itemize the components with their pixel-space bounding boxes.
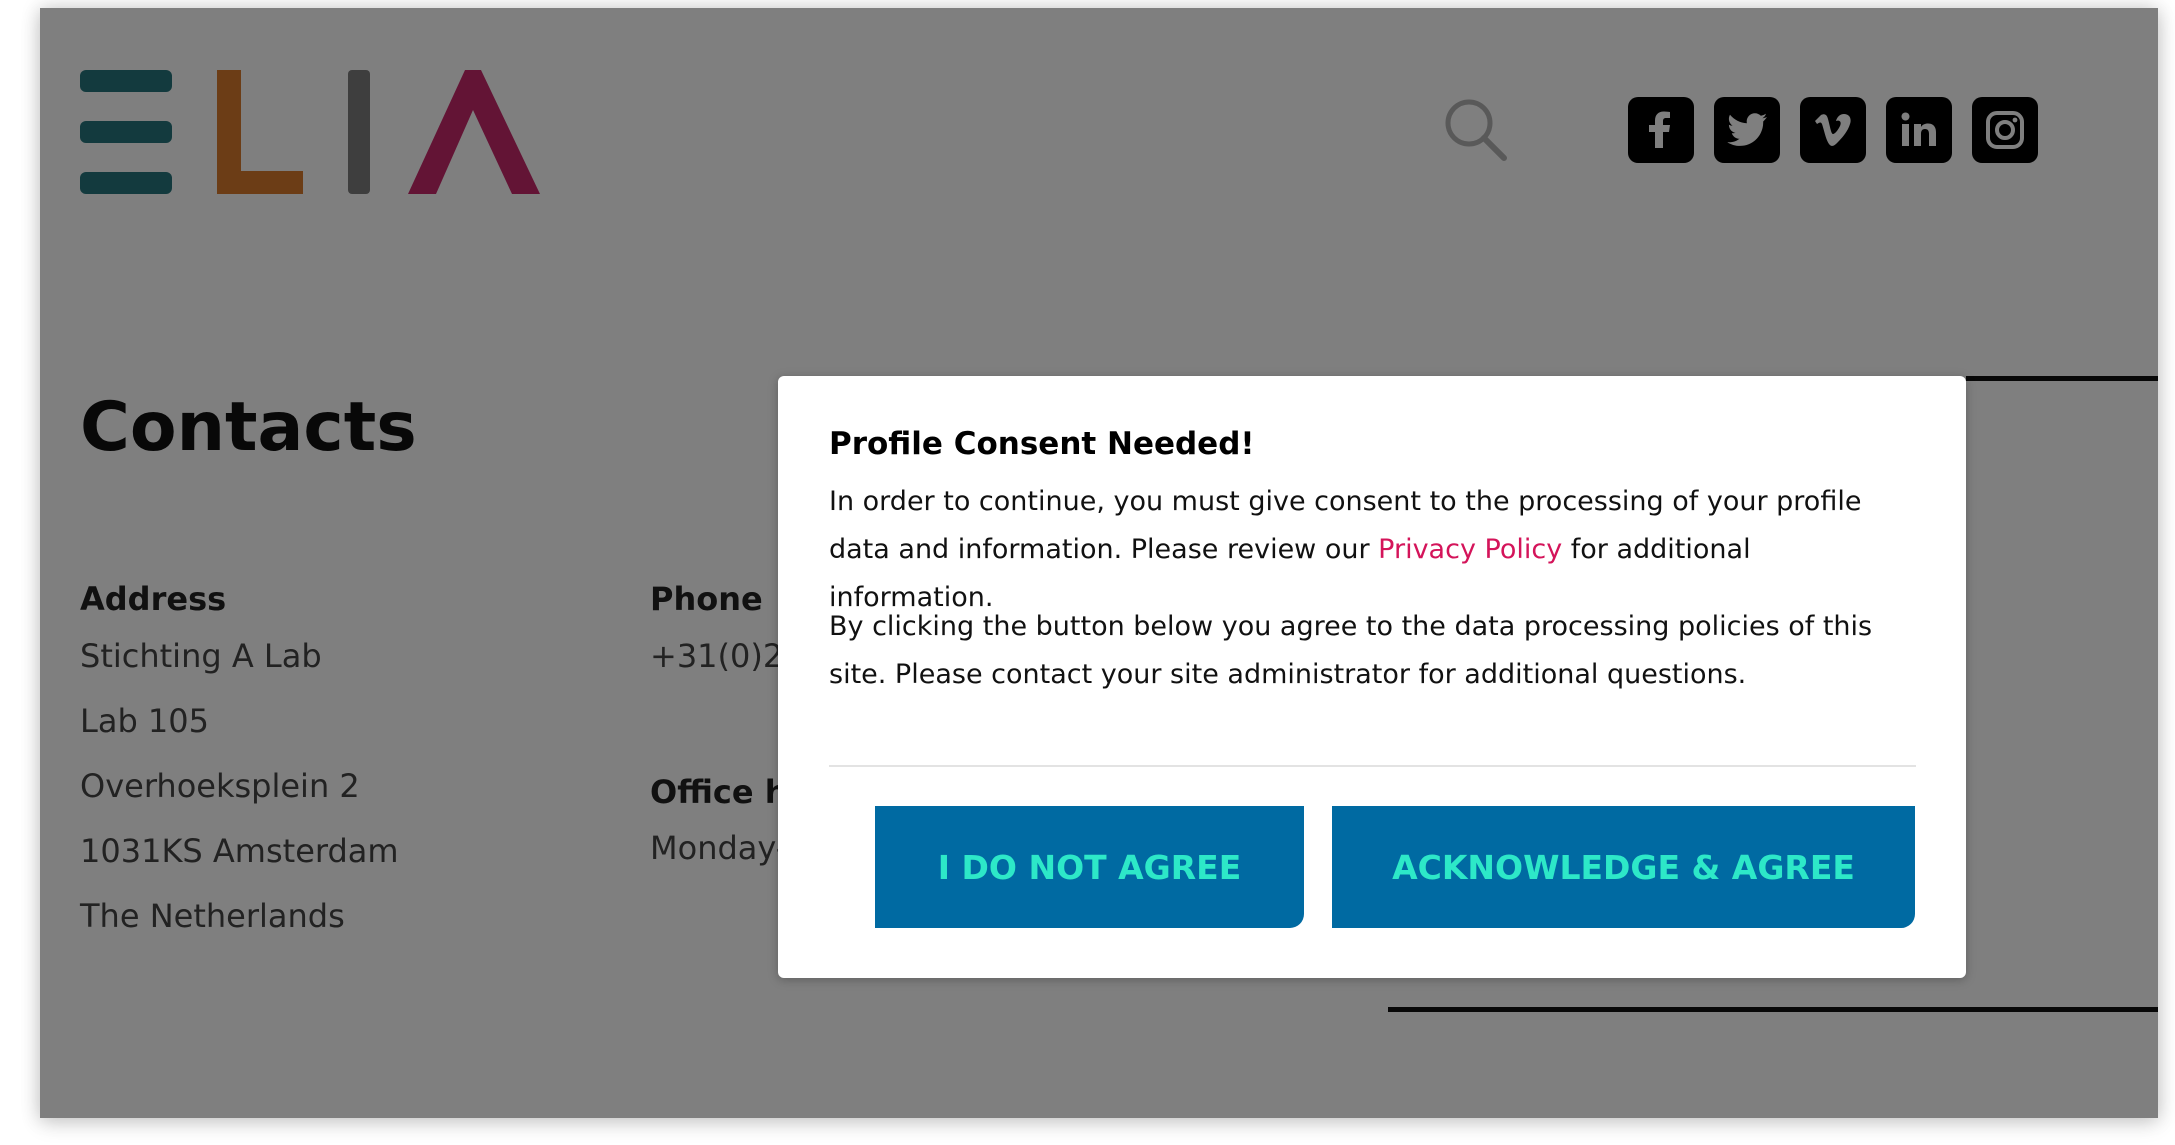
disagree-button[interactable]: I DO NOT AGREE	[875, 806, 1304, 928]
dialog-divider	[829, 765, 1916, 767]
dialog-paragraph-consent: In order to continue, you must give cons…	[829, 478, 1919, 622]
agree-button[interactable]: ACKNOWLEDGE & AGREE	[1332, 806, 1915, 928]
browser-viewport: Contacts Address Stichting A Lab Lab 105…	[40, 8, 2158, 1118]
dialog-title: Profile Consent Needed!	[829, 426, 1255, 462]
dialog-paragraph-agreement: By clicking the button below you agree t…	[829, 611, 1873, 690]
privacy-policy-link[interactable]: Privacy Policy	[1378, 534, 1562, 565]
consent-dialog: Profile Consent Needed! In order to cont…	[778, 376, 1966, 978]
